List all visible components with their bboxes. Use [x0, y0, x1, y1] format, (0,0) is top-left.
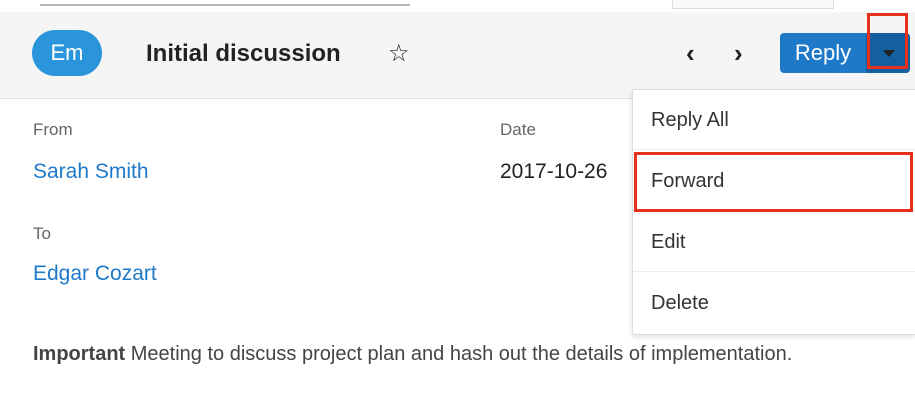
chevron-right-icon[interactable]: ›	[734, 40, 743, 66]
email-header: Em Initial discussion ☆ ‹ › Reply	[0, 12, 915, 99]
cropped-box	[672, 0, 834, 9]
reply-button[interactable]: Reply	[780, 33, 866, 73]
body-emphasis: Important	[33, 343, 126, 365]
forward-highlight	[634, 152, 913, 212]
menu-item-reply-all[interactable]: Reply All	[633, 90, 915, 150]
dropdown-toggle-highlight	[867, 13, 908, 69]
from-label: From	[33, 120, 73, 139]
favorite-star-icon[interactable]: ☆	[388, 39, 410, 68]
body-text: Meeting to discuss project plan and hash…	[125, 343, 793, 365]
date-value: 2017-10-26	[500, 160, 608, 183]
to-link[interactable]: Edgar Cozart	[33, 262, 157, 286]
from-link[interactable]: Sarah Smith	[33, 160, 149, 184]
avatar: Em	[32, 30, 102, 76]
email-title: Initial discussion	[146, 40, 341, 67]
chevron-left-icon[interactable]: ‹	[686, 40, 695, 66]
menu-item-delete[interactable]: Delete	[633, 273, 915, 333]
cropped-underline	[40, 0, 410, 6]
top-strip	[0, 0, 915, 12]
actions-dropdown-menu: Reply All Forward Edit Delete	[632, 89, 915, 335]
date-label: Date	[500, 120, 536, 139]
menu-item-edit[interactable]: Edit	[633, 212, 915, 272]
email-body: Important Meeting to discuss project pla…	[33, 340, 833, 368]
to-label: To	[33, 224, 51, 243]
